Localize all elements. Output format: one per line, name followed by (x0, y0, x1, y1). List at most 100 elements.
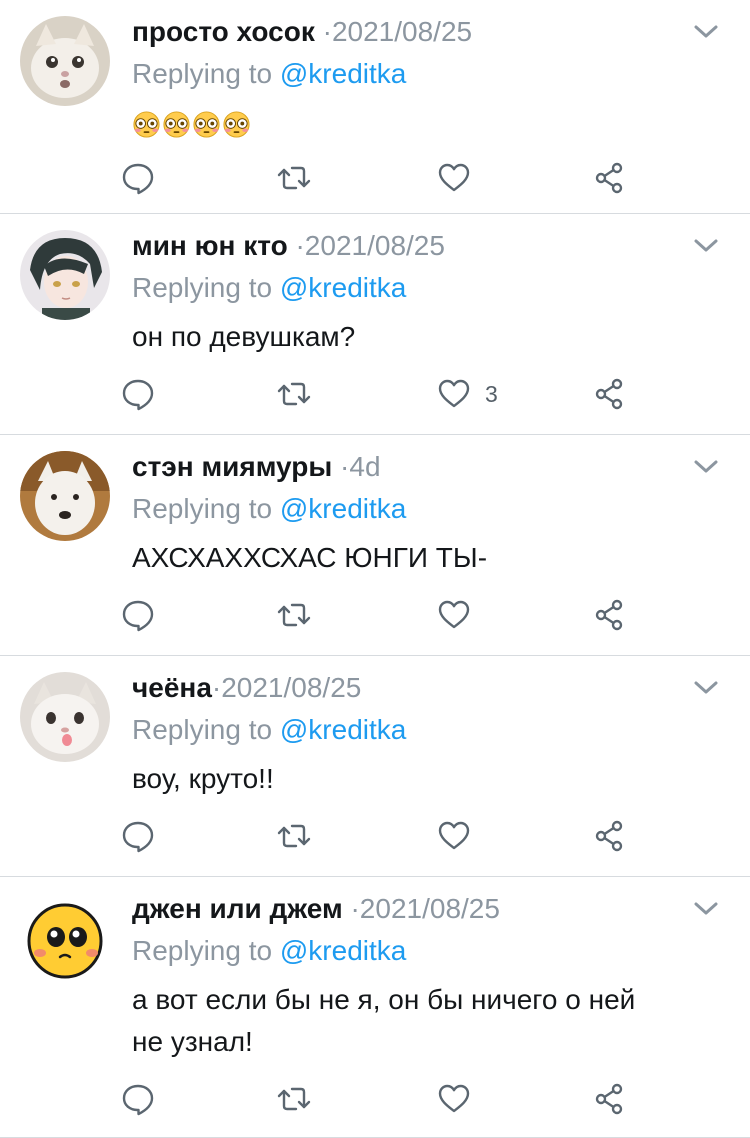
share-button[interactable] (593, 1079, 627, 1119)
reply-text: воу, круто!! (132, 763, 274, 794)
timestamp[interactable]: 2021/08/25 (332, 16, 472, 47)
replying-label: Replying to (132, 272, 273, 303)
chevron-down-icon[interactable] (692, 457, 720, 477)
user-name[interactable]: мин юн кто (132, 230, 288, 261)
separator: · (314, 16, 332, 47)
retweet-icon (277, 824, 311, 848)
timestamp[interactable]: 2021/08/25 (305, 230, 445, 261)
reply-item[interactable]: джен или джем ·2021/08/25 Replying to @k… (0, 877, 750, 1138)
retweet-button[interactable] (277, 374, 311, 414)
like-button[interactable] (437, 816, 485, 856)
retweet-icon (277, 166, 311, 190)
reply-header: мин юн кто ·2021/08/25 (132, 228, 720, 268)
replying-to: Replying to @kreditka (132, 270, 406, 306)
reply-text: а вот если бы не я, он бы ничего о ней н… (132, 979, 710, 1063)
replying-label: Replying to (132, 493, 273, 524)
share-icon (595, 820, 623, 852)
reply-header: джен или джем ·2021/08/25 (132, 891, 720, 931)
like-button[interactable] (437, 1079, 485, 1119)
action-bar: 3 (0, 374, 750, 414)
reply-text-line: а вот если бы не я, он бы ничего о ней (132, 984, 636, 1015)
reply-header: чеёна·2021/08/25 (132, 670, 720, 710)
chevron-down-icon[interactable] (692, 22, 720, 42)
share-button[interactable] (593, 816, 627, 856)
heart-icon (438, 1084, 470, 1113)
reply-button[interactable] (121, 1079, 155, 1119)
user-name[interactable]: чеёна (132, 672, 212, 703)
replying-to: Replying to @kreditka (132, 712, 406, 748)
chevron-down-icon[interactable] (692, 899, 720, 919)
heart-icon (438, 821, 470, 850)
reply-text-line: не узнал! (132, 1026, 253, 1057)
avatar[interactable] (20, 230, 110, 320)
reply-button[interactable] (121, 158, 155, 198)
avatar[interactable] (20, 451, 110, 541)
reply-text (132, 102, 710, 144)
user-name[interactable]: джен или джем (132, 893, 343, 924)
comment-icon (122, 379, 154, 411)
heart-icon (438, 379, 470, 408)
separator: · (287, 230, 305, 261)
reply-item[interactable]: мин юн кто ·2021/08/25 Replying to @kred… (0, 214, 750, 435)
share-icon (595, 1083, 623, 1115)
mention-link[interactable]: @kreditka (280, 714, 406, 745)
share-icon (595, 378, 623, 410)
flushed-face-icon (193, 111, 220, 138)
retweet-icon (277, 382, 311, 406)
chevron-down-icon[interactable] (692, 678, 720, 698)
reply-button[interactable] (121, 595, 155, 635)
action-bar (0, 158, 750, 198)
user-name[interactable]: просто хосок (132, 16, 315, 47)
avatar[interactable] (20, 672, 110, 762)
reply-item[interactable]: стэн миямуры ·4d Replying to @kreditka А… (0, 435, 750, 656)
timestamp[interactable]: 2021/08/25 (221, 672, 361, 703)
mention-link[interactable]: @kreditka (280, 493, 406, 524)
flushed-face-icon (163, 111, 190, 138)
retweet-button[interactable] (277, 1079, 311, 1119)
replying-to: Replying to @kreditka (132, 491, 406, 527)
share-button[interactable] (593, 374, 627, 414)
retweet-icon (277, 1087, 311, 1111)
replies-feed: просто хосок ·2021/08/25 Replying to @kr… (0, 0, 750, 1138)
reply-button[interactable] (121, 816, 155, 856)
replying-label: Replying to (132, 58, 273, 89)
heart-icon (438, 600, 470, 629)
reply-item[interactable]: чеёна·2021/08/25 Replying to @kreditka в… (0, 656, 750, 877)
mention-link[interactable]: @kreditka (280, 58, 406, 89)
share-icon (595, 599, 623, 631)
separator: · (332, 451, 350, 482)
action-bar (0, 1079, 750, 1119)
like-count: 3 (485, 380, 498, 407)
timestamp[interactable]: 2021/08/25 (360, 893, 500, 924)
comment-icon (122, 821, 154, 853)
like-button[interactable] (437, 595, 485, 635)
reply-text: АХСХАХХСХАС ЮНГИ ТЫ- (132, 542, 488, 573)
mention-link[interactable]: @kreditka (280, 272, 406, 303)
timestamp[interactable]: 4d (349, 451, 380, 482)
retweet-button[interactable] (277, 595, 311, 635)
user-name[interactable]: стэн миямуры (132, 451, 332, 482)
share-icon (595, 162, 623, 194)
reply-button[interactable] (121, 374, 155, 414)
emoji-row (132, 110, 251, 139)
reply-header: просто хосок ·2021/08/25 (132, 14, 720, 54)
like-button[interactable] (437, 158, 485, 198)
like-button[interactable]: 3 (437, 374, 498, 414)
retweet-button[interactable] (277, 816, 311, 856)
avatar[interactable] (20, 16, 110, 106)
replying-label: Replying to (132, 714, 273, 745)
replying-to: Replying to @kreditka (132, 56, 406, 92)
separator: · (342, 893, 360, 924)
mention-link[interactable]: @kreditka (280, 935, 406, 966)
replying-to: Replying to @kreditka (132, 933, 406, 969)
chevron-down-icon[interactable] (692, 236, 720, 256)
reply-text: он по девушкам? (132, 321, 356, 352)
share-button[interactable] (593, 158, 627, 198)
comment-icon (122, 1084, 154, 1116)
reply-item[interactable]: просто хосок ·2021/08/25 Replying to @kr… (0, 0, 750, 214)
flushed-face-icon (133, 111, 160, 138)
avatar[interactable] (20, 893, 110, 983)
action-bar (0, 816, 750, 856)
share-button[interactable] (593, 595, 627, 635)
retweet-button[interactable] (277, 158, 311, 198)
